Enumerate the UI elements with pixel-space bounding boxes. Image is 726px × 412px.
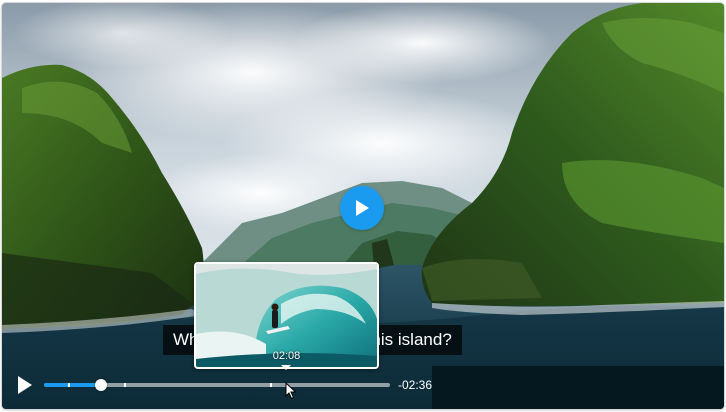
mouse-pointer-icon — [285, 382, 297, 400]
seek-bar-played — [44, 383, 102, 387]
play-icon — [18, 376, 32, 394]
preview-timestamp: 02:08 — [272, 350, 301, 362]
seek-bar[interactable] — [44, 379, 390, 391]
big-play-button[interactable] — [340, 186, 384, 230]
seek-handle[interactable] — [95, 379, 108, 391]
preview-pointer — [281, 365, 291, 370]
play-circle-icon — [356, 200, 369, 216]
chapter-marker — [124, 383, 126, 387]
video-player[interactable]: Who wants to be born on this island? 02:… — [2, 3, 724, 409]
play-button[interactable] — [16, 375, 34, 395]
chapter-marker — [68, 383, 70, 387]
control-bar-panel — [432, 366, 724, 409]
time-remaining: -02:36 — [398, 378, 433, 392]
seek-preview-thumbnail: 02:08 — [194, 262, 379, 369]
chapter-marker — [270, 383, 272, 387]
